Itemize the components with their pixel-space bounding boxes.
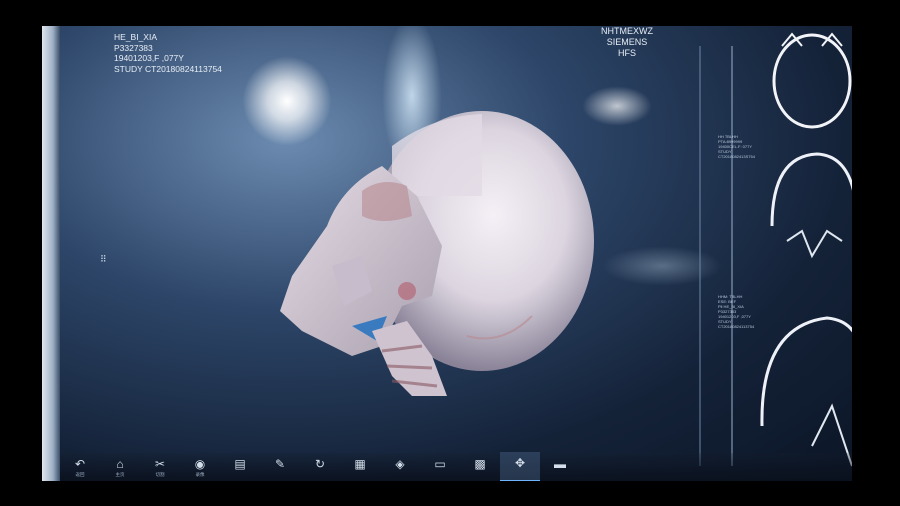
scissors-icon: ✂ — [154, 457, 166, 471]
layout-icon: ▦ — [354, 457, 366, 471]
toolbar-button-book[interactable]: ▤ — [220, 453, 260, 481]
palette-icon: ▩ — [474, 457, 486, 471]
toolbar-button-label: 切割 — [155, 472, 165, 477]
side-text-block: HH TBLHH PTA:8999999 19400CEL.F: 077Y ST… — [718, 134, 755, 159]
toolbar-button-move[interactable]: ✥ — [500, 452, 540, 481]
toolbar-button-brush[interactable]: ✎ — [260, 453, 300, 481]
bottom-toolbar: ↶ 返回 ⌂ 主页 ✂ 切割 ◉ 录像 ▤ ✎ ↻ ▦ ◈ ▭ ▩ ✥ ▬ — [60, 452, 852, 481]
coronal-slice-thumb[interactable] — [770, 152, 852, 259]
side-text-block: HHM: TBLHH ESE: BEF Pll HE_BI_XIA P33273… — [718, 294, 755, 329]
toolbar-button-palette[interactable]: ▩ — [460, 453, 500, 481]
toolbar-button-record[interactable]: ◉ 录像 — [180, 453, 220, 481]
move-icon: ✥ — [514, 456, 526, 470]
patient-dob-sex-age: 19401203,F ,077Y — [114, 53, 184, 63]
volume-render-3d[interactable] — [232, 76, 602, 396]
book-icon: ▤ — [234, 457, 246, 471]
brush-icon: ✎ — [274, 457, 286, 471]
record-icon: ◉ — [194, 457, 206, 471]
monitor-bezel — [42, 26, 60, 481]
toolbar-button-window[interactable]: ▭ — [420, 453, 460, 481]
toolbar-button-screen[interactable]: ▬ — [540, 453, 580, 481]
rotate-icon: ↻ — [314, 457, 326, 471]
study-id: STUDY CT20180824113754 — [114, 63, 222, 74]
toolbar-button-home[interactable]: ⌂ 主页 — [100, 453, 140, 481]
back-icon: ↶ — [74, 457, 86, 471]
toolbar-button-layout[interactable]: ▦ — [340, 453, 380, 481]
axial-slice-thumb[interactable] — [772, 32, 852, 129]
patient-id: P3327383 — [114, 42, 153, 53]
screen-icon: ▬ — [554, 457, 566, 471]
patient-name: HE_BI_XIA — [114, 32, 157, 42]
grid-icon[interactable]: ⠿ — [100, 254, 107, 265]
toolbar-button-back[interactable]: ↶ 返回 — [60, 453, 100, 481]
viewer-screen[interactable]: HE_BI_XIA P3327383 19401203,F ,077Y STUD… — [42, 26, 852, 481]
toolbar-button-rotate[interactable]: ↻ — [300, 453, 340, 481]
toolbar-button-label: 主页 — [115, 472, 125, 477]
series-panel: HH TBLHH PTA:8999999 19400CEL.F: 077Y ST… — [652, 26, 852, 481]
patient-info: HE_BI_XIA P3327383 19401203,F ,077Y STUD… — [114, 32, 222, 74]
window-icon: ▭ — [434, 457, 446, 471]
toolbar-button-scissors[interactable]: ✂ 切割 — [140, 453, 180, 481]
layers-icon: ◈ — [395, 457, 405, 471]
sagittal-slice-thumb[interactable] — [760, 316, 852, 467]
toolbar-button-label: 返回 — [75, 472, 85, 477]
home-icon: ⌂ — [116, 457, 124, 471]
toolbar-button-layers[interactable]: ◈ — [380, 453, 420, 481]
toolbar-button-label: 录像 — [195, 472, 205, 477]
